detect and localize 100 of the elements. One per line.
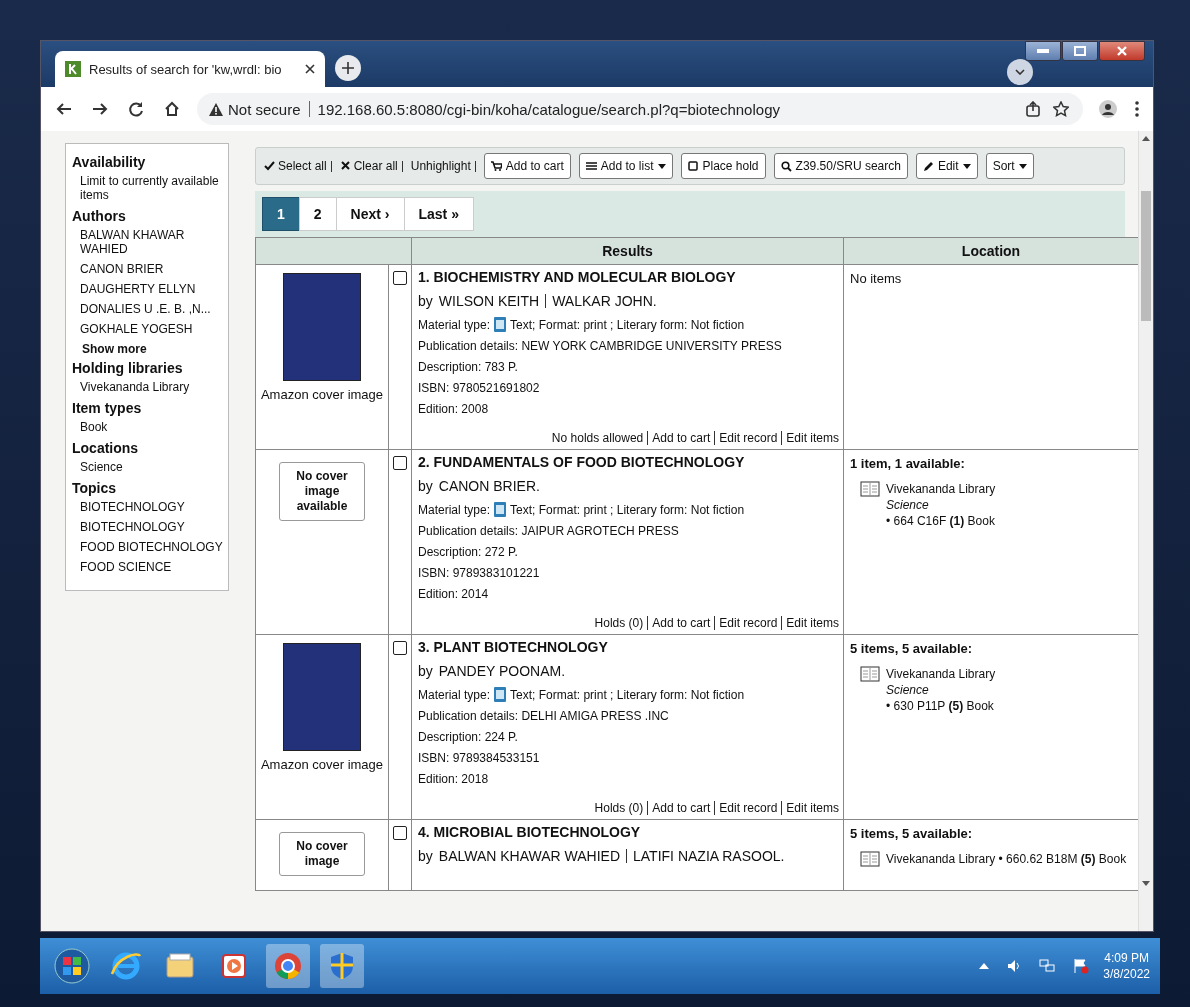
action-link[interactable]: No holds allowed: [551, 431, 644, 445]
toolbar-link[interactable]: Clear all: [339, 160, 403, 172]
close-window-button[interactable]: [1099, 41, 1145, 61]
book-icon: [494, 317, 507, 332]
checkbox[interactable]: [393, 641, 407, 655]
toolbar-button[interactable]: Edit: [915, 153, 978, 179]
taskbar-app-button[interactable]: [266, 944, 310, 988]
library-name: Vivekananda Library: [886, 482, 996, 496]
share-icon: [1025, 101, 1041, 117]
address-bar[interactable]: Not secure 192.168.60.5:8080/cgi-bin/koha/catalogue/search.pl?q=biotechnology: [197, 93, 1083, 125]
new-tab-button[interactable]: [335, 55, 361, 81]
toolbar-button[interactable]: Add to list: [578, 153, 673, 179]
no-cover-label: No cover image available: [279, 462, 365, 521]
share-button[interactable]: [1023, 99, 1043, 119]
result-title-link[interactable]: 3. PLANT BIOTECHNOLOGY: [418, 639, 839, 655]
call-number: • 630 P11P (5) Book: [886, 699, 994, 713]
action-link[interactable]: Edit record: [719, 616, 778, 630]
action-link[interactable]: Add to cart: [652, 616, 711, 630]
detail-text: Description: 783 P.: [418, 360, 518, 374]
cover-caption: Amazon cover image: [259, 387, 385, 402]
author-link[interactable]: WILSON KEITH: [438, 293, 540, 309]
checkbox[interactable]: [393, 826, 407, 840]
page-link[interactable]: 1: [262, 197, 300, 231]
show-more-link[interactable]: Show more: [82, 342, 224, 356]
facet-link[interactable]: FOOD SCIENCE: [80, 560, 224, 574]
author-link[interactable]: BALWAN KHAWAR WAHIED: [438, 848, 621, 864]
menu-button[interactable]: [1133, 99, 1141, 119]
detail-text: Description: 224 P.: [418, 730, 518, 744]
by-label: by: [418, 293, 433, 309]
facet-link[interactable]: Book: [80, 420, 224, 434]
close-tab-button[interactable]: [305, 64, 315, 74]
detail-text: Publication details: NEW YORK CAMBRIDGE UNIVERSITY PRESS: [418, 339, 782, 353]
detail-label: Material type:: [418, 317, 491, 332]
facet-link[interactable]: Limit to currently available items: [80, 174, 224, 202]
toolbar-link[interactable]: Unhighlight: [410, 160, 476, 172]
toolbar-button[interactable]: Add to cart: [483, 153, 571, 179]
star-icon: [1053, 101, 1069, 117]
detail-text: Publication details: JAIPUR AGROTECH PRESS: [418, 524, 679, 538]
result-title-link[interactable]: 2. FUNDAMENTALS OF FOOD BIOTECHNOLOGY: [418, 454, 839, 470]
checkbox[interactable]: [393, 271, 407, 285]
action-link[interactable]: Edit items: [786, 801, 839, 815]
facet-link[interactable]: CANON BRIER: [80, 262, 224, 276]
bookmark-button[interactable]: [1051, 99, 1071, 119]
facet-heading: Item types: [72, 400, 143, 416]
clock[interactable]: 4:09 PM 3/8/2022: [1103, 950, 1150, 982]
toolbar-button[interactable]: Sort: [985, 153, 1034, 179]
x-icon: [339, 160, 351, 172]
action-link[interactable]: Holds (0): [594, 801, 644, 815]
page-link[interactable]: Next ›: [335, 197, 405, 231]
action-link[interactable]: Edit items: [786, 616, 839, 630]
facet-link[interactable]: DONALIES U .E. B. ,N...: [80, 302, 224, 316]
tab-search-button[interactable]: [1007, 59, 1033, 85]
browser-tab[interactable]: Results of search for 'kw,wrdl: bio: [55, 51, 325, 87]
pencil-icon: [922, 160, 934, 172]
availability-summary: 5 items, 5 available:: [850, 826, 974, 841]
facet-heading: Availability: [72, 154, 147, 170]
flag-icon: [1073, 958, 1090, 974]
facet-link[interactable]: FOOD BIOTECHNOLOGY: [80, 540, 224, 554]
maximize-icon: [1074, 46, 1086, 56]
no-cover-label: No cover image: [279, 832, 365, 876]
home-icon: [163, 100, 181, 118]
book-icon: [494, 502, 507, 517]
profile-button[interactable]: [1097, 98, 1119, 120]
checkbox[interactable]: [393, 456, 407, 470]
action-link[interactable]: Edit record: [719, 801, 778, 815]
action-link[interactable]: Holds (0): [594, 616, 644, 630]
author-link[interactable]: PANDEY POONAM.: [438, 663, 566, 679]
facet-link[interactable]: Science: [80, 460, 224, 474]
action-link[interactable]: Add to cart: [652, 431, 711, 445]
action-link[interactable]: Edit record: [719, 431, 778, 445]
action-link[interactable]: Add to cart: [652, 801, 711, 815]
availability-summary: No items: [850, 271, 903, 286]
k-logo-icon: [65, 61, 81, 77]
detail-text: Edition: 2014: [418, 587, 489, 601]
facet-link[interactable]: BALWAN KHAWAR WAHIED: [80, 228, 224, 256]
facet-link[interactable]: BIOTECHNOLOGY: [80, 500, 224, 514]
call-number: • 660.62 B18M (5) Book: [998, 852, 1127, 866]
facet-link[interactable]: DAUGHERTY ELLYN: [80, 282, 224, 296]
page-link[interactable]: 2: [298, 197, 337, 231]
result-title-link[interactable]: 1. BIOCHEMISTRY AND MOLECULAR BIOLOGY: [418, 269, 839, 285]
action-link[interactable]: Edit items: [786, 431, 839, 445]
column-header: Results: [411, 237, 844, 265]
detail-text: Edition: 2018: [418, 772, 489, 786]
toolbar-button[interactable]: Z39.50/SRU search: [773, 153, 908, 179]
book-icon: [860, 666, 880, 682]
maximize-button[interactable]: [1062, 41, 1098, 61]
author-link[interactable]: CANON BRIER.: [438, 478, 540, 494]
toolbar-link[interactable]: Select all: [264, 160, 332, 172]
page-link[interactable]: Last »: [403, 197, 474, 231]
facet-heading: Topics: [72, 480, 118, 496]
author-link[interactable]: LATIFI NAZIA RASOOL.: [633, 848, 785, 864]
author-link[interactable]: WALKAR JOHN.: [552, 293, 657, 309]
toolbar-button[interactable]: Place hold: [680, 153, 766, 179]
minimize-button[interactable]: [1025, 41, 1061, 61]
taskbar-app-button[interactable]: [320, 944, 364, 988]
result-title-link[interactable]: 4. MICROBIAL BIOTECHNOLOGY: [418, 824, 839, 840]
facet-link[interactable]: Vivekananda Library: [80, 380, 224, 394]
facet-link[interactable]: BIOTECHNOLOGY: [80, 520, 224, 534]
facet-link[interactable]: GOKHALE YOGESH: [80, 322, 224, 336]
detail-text: ISBN: 9780521691802: [418, 381, 540, 395]
